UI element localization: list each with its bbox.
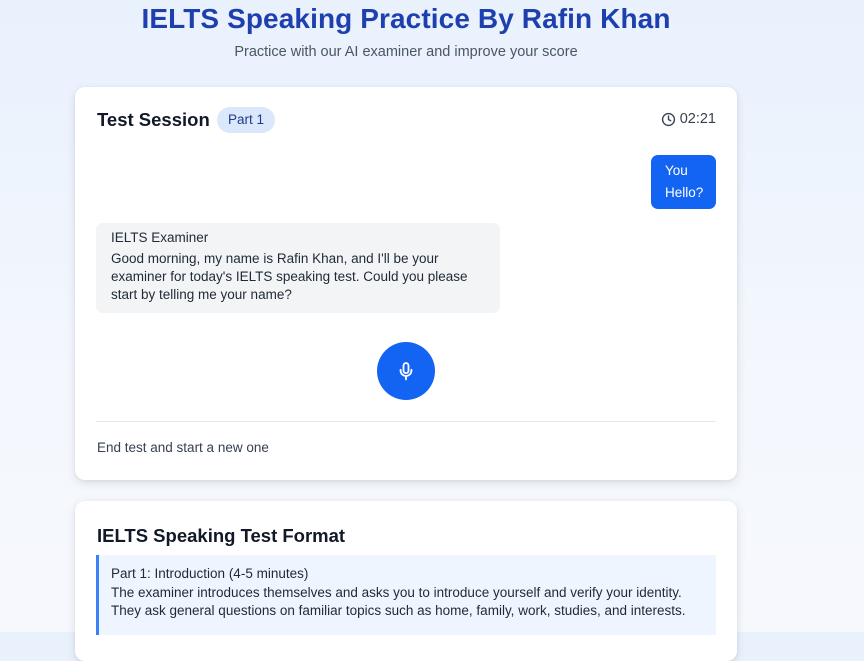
- clock-icon: [661, 112, 675, 126]
- examiner-message-bubble: IELTS Examiner Good morning, my name is …: [96, 223, 500, 313]
- user-message-bubble: You Hello?: [651, 155, 716, 209]
- format-title: IELTS Speaking Test Format: [97, 525, 346, 546]
- session-divider: [96, 421, 716, 422]
- examiner-message-text: Good morning, my name is Rafin Khan, and…: [111, 251, 468, 302]
- end-test-button[interactable]: End test and start a new one: [97, 440, 269, 455]
- timer-value: 02:21: [679, 111, 716, 127]
- microphone-icon: [399, 362, 413, 381]
- part-badge: Part 1: [217, 107, 276, 133]
- examiner-message-sender: IELTS Examiner: [111, 230, 209, 245]
- user-message-text: Hello?: [665, 185, 704, 200]
- record-microphone-button[interactable]: [377, 342, 435, 400]
- session-title: Test Session: [97, 109, 210, 130]
- test-session-card: Test Session Part 1 02:21 You Hello? IEL…: [75, 87, 737, 480]
- session-timer: 02:21: [661, 111, 716, 127]
- format-part-description: The examiner introduces themselves and a…: [111, 585, 686, 618]
- page-title: IELTS Speaking Practice By Rafin Khan: [141, 3, 671, 34]
- page-subtitle: Practice with our AI examiner and improv…: [234, 44, 578, 60]
- test-format-card: IELTS Speaking Test Format Part 1: Intro…: [75, 501, 737, 661]
- format-part-1: Part 1: Introduction (4-5 minutes) The e…: [96, 555, 716, 635]
- user-message-sender: You: [665, 163, 688, 178]
- format-part-title: Part 1: Introduction (4-5 minutes): [111, 566, 309, 581]
